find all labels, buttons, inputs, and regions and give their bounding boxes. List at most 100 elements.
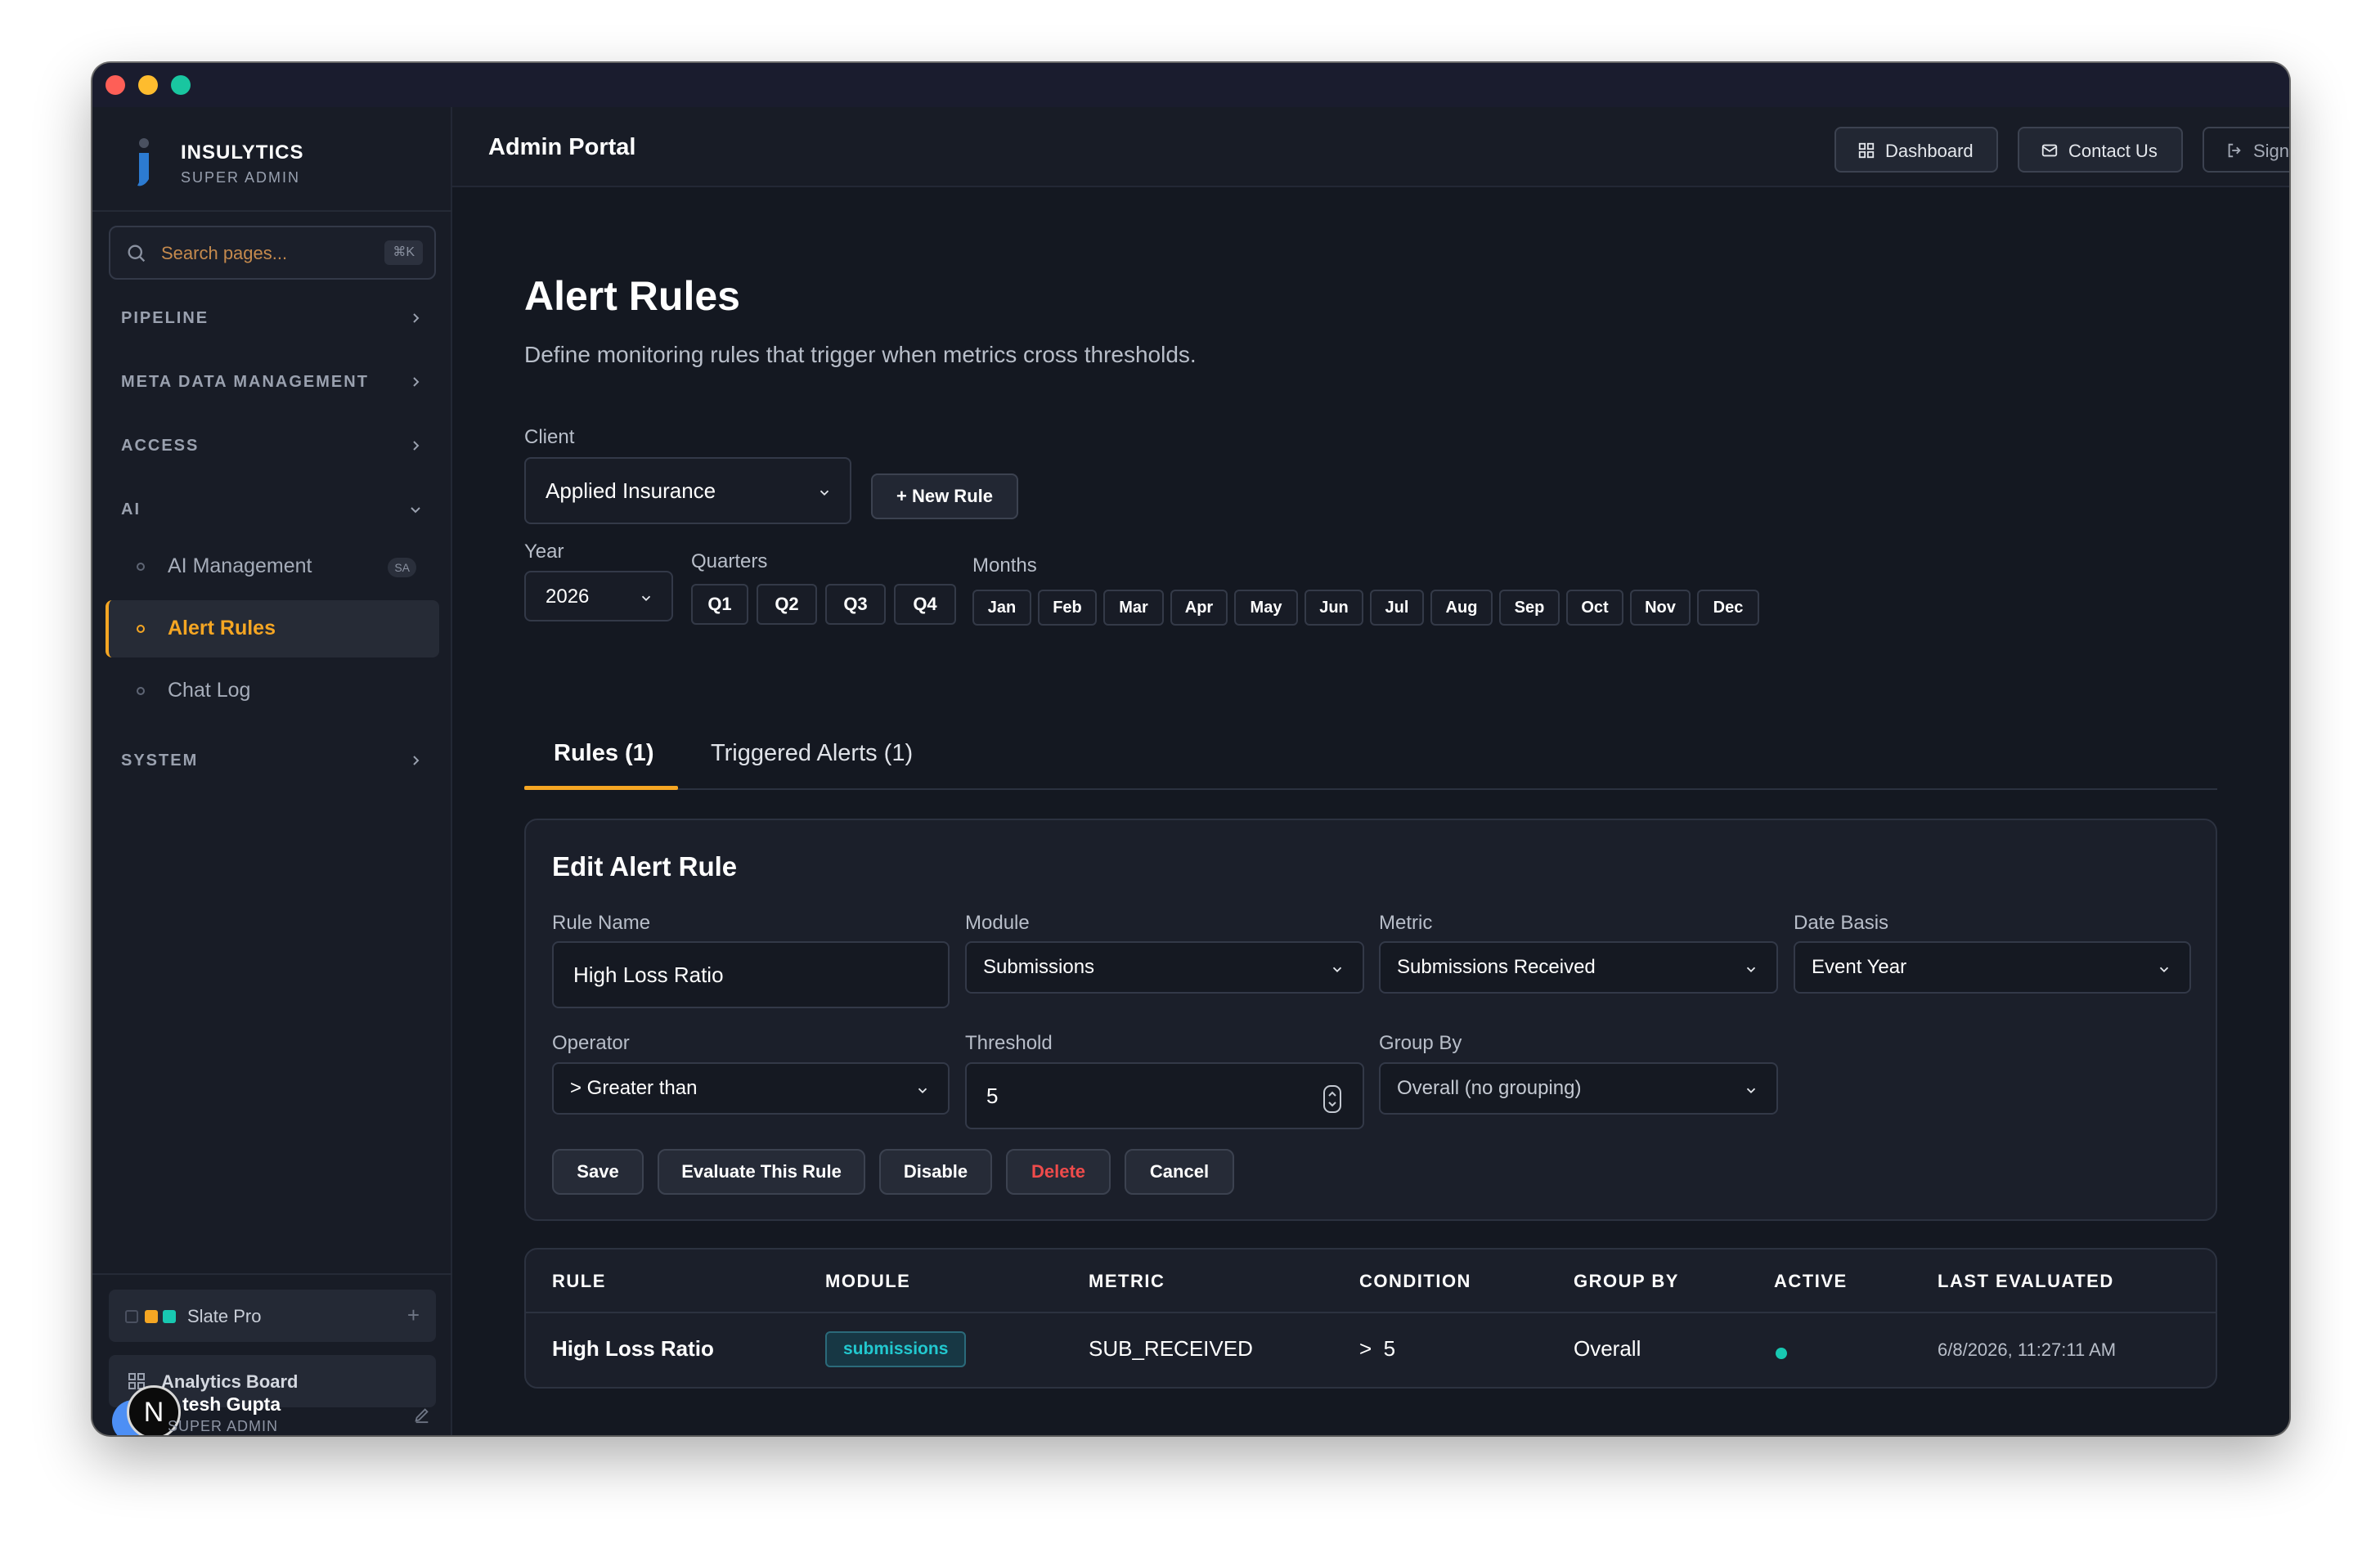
quarter-chip-q3[interactable]: Q3 xyxy=(825,584,886,625)
nav-section-pipeline[interactable]: PIPELINE xyxy=(121,302,424,334)
dashboard-button-label: Dashboard xyxy=(1885,141,1974,161)
month-chip-oct[interactable]: Oct xyxy=(1566,590,1623,626)
group-by-select[interactable]: Overall (no grouping) xyxy=(1379,1062,1778,1115)
app-window: INSULYTICS SUPER ADMIN Search pages... ⌘… xyxy=(92,63,2289,1435)
tab-rules[interactable]: Rules (1) xyxy=(554,740,653,767)
search-icon xyxy=(128,245,146,262)
dashboard-button[interactable]: Dashboard xyxy=(1834,127,1998,173)
active-status-dot xyxy=(1776,1348,1787,1359)
sidebar-item-alert-rules[interactable]: Alert Rules xyxy=(106,600,439,657)
month-chip-jul[interactable]: Jul xyxy=(1370,590,1424,626)
quarter-chip-q4[interactable]: Q4 xyxy=(894,584,956,625)
contact-us-button[interactable]: Contact Us xyxy=(2018,127,2183,173)
sidebar: INSULYTICS SUPER ADMIN Search pages... ⌘… xyxy=(92,107,452,1435)
alert-rules-heading: Alert Rules xyxy=(524,273,740,319)
rule-name-input[interactable]: High Loss Ratio xyxy=(552,941,950,1008)
last-evaluated-cell: 6/8/2026, 11:27:11 AM xyxy=(1938,1339,2117,1360)
metric-select[interactable]: Submissions Received xyxy=(1379,941,1778,994)
maximize-window-button[interactable] xyxy=(171,75,191,95)
date-basis-select[interactable]: Event Year xyxy=(1794,941,2191,994)
sidebar-item-ai-management[interactable]: AI Management SA xyxy=(106,538,439,595)
threshold-input[interactable]: 5 xyxy=(965,1062,1364,1129)
evaluate-rule-button[interactable]: Evaluate This Rule xyxy=(658,1149,865,1195)
column-header-active: ACTIVE xyxy=(1774,1271,1848,1291)
month-chip-dec[interactable]: Dec xyxy=(1697,590,1759,626)
operator-select-value: > Greater than xyxy=(570,1077,698,1099)
client-select[interactable]: Applied Insurance xyxy=(524,457,851,524)
module-select-value: Submissions xyxy=(983,956,1095,978)
nav-section-access[interactable]: ACCESS xyxy=(121,429,424,462)
bullet-icon xyxy=(137,563,145,571)
edit-alert-rule-card: Edit Alert Rule Rule Name High Loss Rati… xyxy=(524,819,2217,1221)
sign-out-button[interactable]: Sign Out xyxy=(2203,127,2289,173)
divider xyxy=(92,210,452,212)
bullet-icon xyxy=(137,687,145,695)
month-chip-sep[interactable]: Sep xyxy=(1499,590,1560,626)
sidebar-item-label: AI Management xyxy=(168,554,312,577)
nav-section-metadata[interactable]: META DATA MANAGEMENT xyxy=(121,366,424,398)
tab-triggered-alerts[interactable]: Triggered Alerts (1) xyxy=(711,740,913,767)
page-title: Admin Portal xyxy=(488,134,636,160)
metric-select-value: Submissions Received xyxy=(1397,956,1596,978)
chevron-right-icon xyxy=(413,313,420,323)
month-chip-apr[interactable]: Apr xyxy=(1170,590,1228,626)
module-label: Module xyxy=(965,912,1030,934)
sidebar-item-label: Chat Log xyxy=(168,679,251,702)
page-description: Define monitoring rules that trigger whe… xyxy=(524,342,1197,367)
operator-select[interactable]: > Greater than xyxy=(552,1062,950,1115)
rule-name-label: Rule Name xyxy=(552,912,651,934)
delete-button[interactable]: Delete xyxy=(1006,1149,1111,1195)
active-tab-indicator xyxy=(524,786,678,790)
quarter-chip-q1[interactable]: Q1 xyxy=(691,584,748,625)
module-select[interactable]: Submissions xyxy=(965,941,1364,994)
nav-section-ai[interactable]: AI xyxy=(121,493,424,526)
search-shortcut-badge: ⌘K xyxy=(384,240,423,265)
plan-switcher[interactable]: Slate Pro + xyxy=(109,1290,436,1342)
chevron-down-icon xyxy=(1746,1088,1756,1093)
search-pages-input[interactable]: Search pages... ⌘K xyxy=(109,226,436,280)
month-chip-may[interactable]: May xyxy=(1234,590,1298,626)
month-chip-jan[interactable]: Jan xyxy=(972,590,1031,626)
edit-icon[interactable] xyxy=(413,1406,431,1424)
metric-label: Metric xyxy=(1379,912,1433,934)
save-button[interactable]: Save xyxy=(552,1149,644,1195)
swatch-icon xyxy=(145,1310,158,1323)
new-rule-button[interactable]: + New Rule xyxy=(871,473,1018,519)
month-chip-feb[interactable]: Feb xyxy=(1038,590,1097,626)
brand-logo-icon xyxy=(137,138,149,186)
date-basis-select-value: Event Year xyxy=(1812,956,1907,978)
number-stepper-icon[interactable] xyxy=(1323,1085,1341,1113)
sidebar-item-chat-log[interactable]: Chat Log xyxy=(106,662,439,720)
sidebar-item-label: Alert Rules xyxy=(168,617,276,639)
grid-icon xyxy=(1858,142,1875,159)
table-header-row: RULE MODULE METRIC CONDITION GROUP BY AC… xyxy=(526,1250,2216,1313)
bullet-icon xyxy=(137,625,145,633)
year-select[interactable]: 2026 xyxy=(524,571,673,621)
sign-out-label: Sign Out xyxy=(2253,141,2289,161)
chevron-down-icon xyxy=(411,507,420,514)
disable-button[interactable]: Disable xyxy=(879,1149,992,1195)
swatch-icon xyxy=(163,1310,176,1323)
sign-out-icon xyxy=(2228,143,2241,158)
year-label: Year xyxy=(524,541,564,563)
quarter-chip-q2[interactable]: Q2 xyxy=(757,584,817,625)
rule-name-value: High Loss Ratio xyxy=(573,962,724,987)
metric-cell: SUB_RECEIVED xyxy=(1089,1336,1253,1361)
user-role: SUPER ADMIN xyxy=(168,1418,279,1434)
close-window-button[interactable] xyxy=(106,75,125,95)
month-chip-aug[interactable]: Aug xyxy=(1430,590,1493,626)
brand[interactable]: INSULYTICS SUPER ADMIN xyxy=(133,137,428,189)
column-header-module: MODULE xyxy=(825,1271,911,1291)
nav-section-system[interactable]: SYSTEM xyxy=(121,744,424,777)
column-header-last-evaluated: LAST EVALUATED xyxy=(1938,1271,2114,1291)
month-chip-nov[interactable]: Nov xyxy=(1630,590,1691,626)
chevron-down-icon xyxy=(820,490,829,496)
plus-icon[interactable]: + xyxy=(407,1303,420,1328)
minimize-window-button[interactable] xyxy=(138,75,158,95)
column-header-rule: RULE xyxy=(552,1271,606,1291)
chevron-right-icon xyxy=(413,377,420,387)
month-chip-mar[interactable]: Mar xyxy=(1103,590,1164,626)
month-chip-jun[interactable]: Jun xyxy=(1305,590,1363,626)
cancel-button[interactable]: Cancel xyxy=(1125,1149,1234,1195)
tabs-divider xyxy=(524,788,2217,790)
